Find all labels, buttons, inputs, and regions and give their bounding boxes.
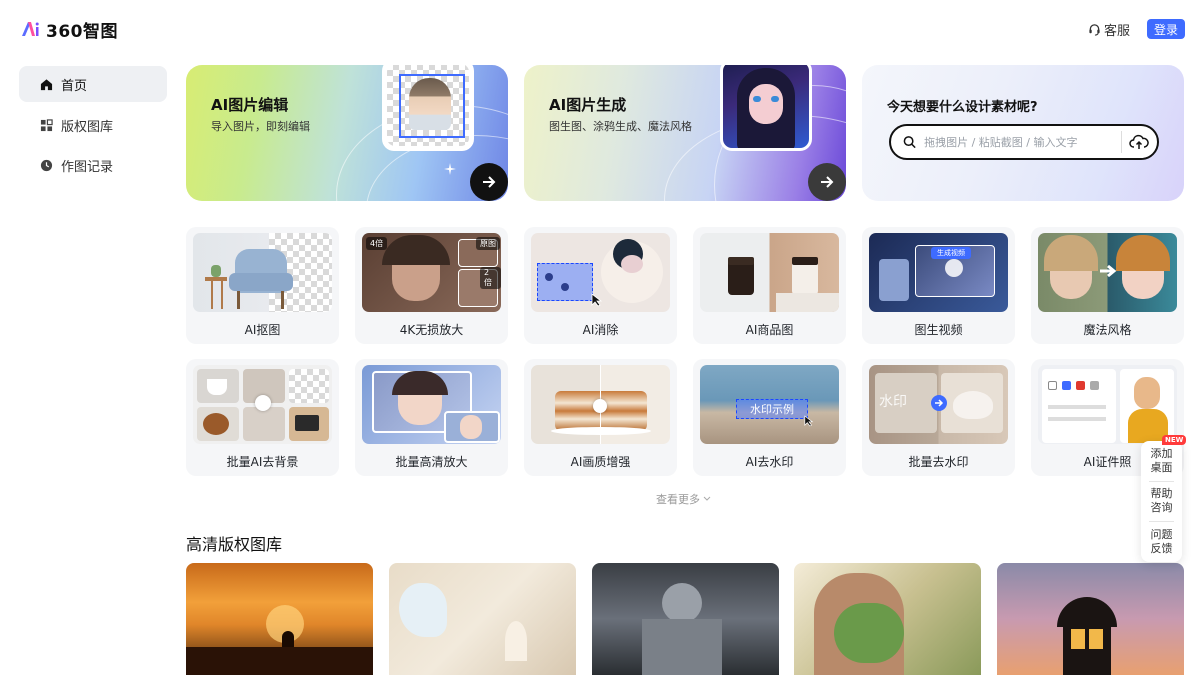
search-input[interactable] — [924, 135, 1121, 149]
tool-thumbnail — [531, 365, 670, 444]
sidebar-item-label: 作图记录 — [61, 159, 114, 175]
floating-action-panel: 添加 桌面 帮助 咨询 问题 反馈 — [1141, 441, 1182, 562]
tool-label: 批量高清放大 — [395, 455, 468, 469]
cursor-icon — [804, 415, 814, 427]
feedback-button[interactable]: 问题 反馈 — [1141, 528, 1182, 556]
edit-preview-frame — [382, 65, 474, 151]
customer-service-link[interactable]: 客服 — [1088, 20, 1130, 39]
tool-thumbnail — [193, 233, 332, 312]
gallery-title: 高清版权图库 — [186, 535, 283, 554]
tool-label: 图生视频 — [914, 323, 963, 337]
tool-image-to-video[interactable]: 生成视频 图生视频 — [862, 227, 1015, 344]
tag-4x: 4倍 — [366, 237, 388, 250]
tool-label: AI消除 — [582, 323, 619, 337]
hero-title: AI图片编辑 — [211, 96, 289, 114]
tool-batch-upscale[interactable]: 批量高清放大 — [355, 359, 508, 476]
tool-thumbnail — [700, 233, 839, 312]
tool-label: 4K无损放大 — [399, 323, 464, 337]
search-title: 今天想要什么设计素材呢? — [887, 100, 1038, 115]
sidebar-item-home[interactable]: 首页 — [19, 66, 167, 102]
tool-batch-watermark-removal[interactable]: 水印 批量去水印 — [862, 359, 1015, 476]
tag-generate-video: 生成视频 — [931, 247, 971, 259]
new-badge: NEW — [1162, 435, 1187, 445]
clock-icon — [39, 158, 53, 172]
home-icon — [39, 77, 53, 91]
divider — [1149, 521, 1174, 522]
tool-thumbnail: 水印示例 — [700, 365, 839, 444]
headset-icon — [1089, 24, 1100, 36]
hero-ai-image-edit[interactable]: AI图片编辑 导入图片，即刻编辑 — [186, 65, 508, 201]
tool-thumbnail — [362, 365, 501, 444]
tool-thumbnail: 4倍 原图 2倍 — [362, 233, 501, 312]
tool-label: 批量去水印 — [908, 455, 969, 469]
watermark-sample: 水印 — [879, 394, 907, 410]
customer-service-label: 客服 — [1104, 24, 1131, 39]
help-consult-button[interactable]: 帮助 咨询 — [1141, 487, 1182, 515]
arrow-right-icon — [821, 176, 834, 188]
tool-ai-eraser[interactable]: AI消除 — [524, 227, 677, 344]
tool-label: 批量AI去背景 — [226, 455, 299, 469]
add-to-desktop-button[interactable]: 添加 桌面 — [1141, 447, 1182, 475]
tag-original: 原图 — [476, 237, 500, 250]
hero-ai-image-generate[interactable]: AI图片生成 图生图、涂鸦生成、魔法风格 — [524, 65, 846, 201]
search-icon — [903, 136, 916, 149]
tool-ai-product[interactable]: AI商品图 — [693, 227, 846, 344]
logo-mark-icon — [22, 22, 39, 36]
view-more-link[interactable]: 查看更多 — [656, 491, 711, 507]
tool-label: AI去水印 — [745, 455, 794, 469]
tool-ai-cutout[interactable]: AI抠图 — [186, 227, 339, 344]
tool-batch-remove-bg[interactable]: 批量AI去背景 — [186, 359, 339, 476]
tool-label: AI画质增强 — [570, 455, 631, 469]
generate-preview-image — [720, 65, 812, 151]
divider — [1149, 481, 1174, 482]
tool-label: 魔法风格 — [1083, 323, 1132, 337]
gallery-image-nature-woman[interactable] — [794, 563, 981, 675]
tool-thumbnail: 水印 — [869, 365, 1008, 444]
view-more-label: 查看更多 — [656, 493, 700, 506]
gallery-image-robot[interactable] — [592, 563, 779, 675]
sidebar-item-history[interactable]: 作图记录 — [19, 147, 167, 183]
cloud-upload-icon — [1129, 134, 1149, 149]
tool-ai-watermark-removal[interactable]: 水印示例 AI去水印 — [693, 359, 846, 476]
tool-magic-style[interactable]: 魔法风格 — [1031, 227, 1184, 344]
grid-icon — [39, 118, 53, 132]
tool-thumbnail — [531, 233, 670, 312]
sidebar-item-gallery[interactable]: 版权图库 — [19, 107, 167, 143]
hero-search: 今天想要什么设计素材呢? — [862, 65, 1184, 201]
gallery-image-lighthouse[interactable] — [997, 563, 1184, 675]
gallery-image-shell[interactable] — [389, 563, 576, 675]
edit-preview-image — [387, 65, 469, 146]
logo-text: 360智图 — [46, 21, 118, 42]
sidebar-item-label: 版权图库 — [61, 119, 114, 135]
gallery-image-sunset[interactable] — [186, 563, 373, 675]
tool-thumbnail — [1038, 365, 1177, 444]
hero-subtitle: 图生图、涂鸦生成、魔法风格 — [549, 120, 692, 133]
arrow-right-icon — [483, 176, 496, 188]
chevron-down-icon — [703, 496, 711, 501]
tool-thumbnail — [193, 365, 332, 444]
tool-ai-quality-enhance[interactable]: AI画质增强 — [524, 359, 677, 476]
upload-button[interactable] — [1121, 126, 1157, 158]
sidebar-item-label: 首页 — [61, 78, 88, 94]
tool-label: AI抠图 — [244, 323, 281, 337]
sparkle-icon — [444, 163, 456, 175]
watermark-sample: 水印示例 — [736, 399, 808, 419]
tag-2x: 2倍 — [480, 267, 501, 289]
hero-arrow-button[interactable] — [470, 163, 508, 201]
tool-thumbnail — [1038, 233, 1177, 312]
tool-4k-upscale[interactable]: 4倍 原图 2倍 4K无损放大 — [355, 227, 508, 344]
hero-subtitle: 导入图片，即刻编辑 — [211, 120, 310, 133]
hero-title: AI图片生成 — [549, 96, 627, 114]
arrow-right-icon — [935, 399, 944, 407]
login-button[interactable]: 登录 — [1147, 19, 1185, 39]
tool-thumbnail: 生成视频 — [869, 233, 1008, 312]
search-box[interactable] — [889, 124, 1159, 160]
arrow-right-icon — [1100, 264, 1117, 278]
logo[interactable]: 360智图 — [20, 18, 118, 42]
tool-label: AI商品图 — [745, 323, 794, 337]
cursor-icon — [591, 293, 603, 307]
hero-arrow-button[interactable] — [808, 163, 846, 201]
